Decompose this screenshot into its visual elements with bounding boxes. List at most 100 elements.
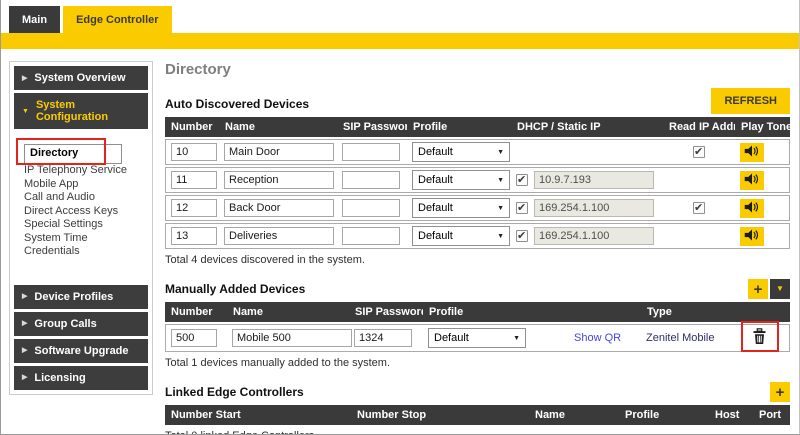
column-header: Name bbox=[219, 117, 337, 137]
read-ip-checkbox[interactable] bbox=[693, 145, 705, 159]
number-input[interactable] bbox=[171, 171, 217, 189]
table-row: Default ▼ bbox=[165, 223, 790, 249]
chevron-down-icon: ▼ bbox=[497, 232, 504, 240]
sidebar-item-ip-telephony-service[interactable]: IP Telephony Service bbox=[24, 164, 147, 178]
sidebar-item-group-calls[interactable]: ▶ Group Calls bbox=[14, 311, 148, 336]
sidebar-item-label: Software Upgrade bbox=[34, 344, 129, 357]
dhcp-checkbox[interactable] bbox=[516, 173, 528, 186]
show-qr-link[interactable]: Show QR bbox=[574, 332, 621, 344]
chevron-right-icon: ▶ bbox=[22, 347, 28, 354]
play-tone-button[interactable] bbox=[740, 142, 764, 162]
column-header bbox=[737, 302, 790, 322]
column-header: Profile bbox=[407, 117, 511, 137]
sip-password-input[interactable] bbox=[342, 199, 400, 217]
sidebar-item-label: IP Telephony Service bbox=[24, 164, 127, 176]
column-header: SIP Password bbox=[349, 302, 423, 322]
profile-select[interactable]: Default ▼ bbox=[412, 170, 510, 190]
dhcp-checkbox[interactable] bbox=[516, 201, 528, 214]
linked-controllers-total: Total 0 linked Edge Controllers. bbox=[165, 430, 790, 434]
column-header: Type bbox=[641, 302, 737, 322]
table-row: Default ▼ bbox=[165, 195, 790, 221]
sidebar-item-label: Direct Access Keys bbox=[24, 204, 119, 217]
play-tone-button[interactable] bbox=[740, 170, 764, 190]
chevron-right-icon: ▶ bbox=[22, 320, 28, 327]
profile-select[interactable]: Default ▼ bbox=[412, 198, 510, 218]
column-header bbox=[569, 302, 641, 322]
tab-edge-controller[interactable]: Edge Controller bbox=[63, 6, 172, 33]
selected-option: Default bbox=[434, 332, 469, 344]
add-device-button[interactable]: + bbox=[748, 279, 768, 299]
sidebar-item-label: Group Calls bbox=[34, 317, 97, 330]
trash-icon bbox=[752, 328, 767, 348]
section-title-linked-controllers: Linked Edge Controllers bbox=[165, 385, 304, 399]
read-ip-checkbox[interactable] bbox=[693, 201, 705, 215]
sidebar-item-system-overview[interactable]: ▶ System Overview bbox=[14, 66, 148, 90]
sidebar: ▶ System Overview ▼ System Configuration… bbox=[9, 61, 153, 395]
sidebar-item-licensing[interactable]: ▶ Licensing bbox=[14, 365, 148, 390]
name-input[interactable] bbox=[232, 329, 352, 347]
auto-discovered-total: Total 4 devices discovered in the system… bbox=[165, 254, 365, 266]
tab-edge-controller-label: Edge Controller bbox=[76, 14, 159, 26]
column-header: Profile bbox=[423, 302, 569, 322]
selected-option: Default bbox=[418, 230, 453, 242]
number-input[interactable] bbox=[171, 227, 217, 245]
name-input[interactable] bbox=[224, 171, 334, 189]
main-content: Directory Auto Discovered Devices REFRES… bbox=[153, 61, 799, 434]
profile-select[interactable]: Default ▼ bbox=[412, 142, 510, 162]
sidebar-item-call-and-audio[interactable]: Call and Audio bbox=[24, 191, 147, 205]
number-input[interactable] bbox=[171, 329, 217, 347]
sidebar-item-label: Device Profiles bbox=[34, 290, 114, 303]
sidebar-item-software-upgrade[interactable]: ▶ Software Upgrade bbox=[14, 338, 148, 363]
chevron-down-icon: ▼ bbox=[776, 284, 784, 293]
speaker-icon bbox=[744, 144, 760, 161]
sip-password-input[interactable] bbox=[342, 227, 400, 245]
tab-main[interactable]: Main bbox=[9, 6, 61, 33]
delete-device-button[interactable] bbox=[752, 328, 767, 348]
name-input[interactable] bbox=[224, 227, 334, 245]
sidebar-item-directory[interactable]: Directory bbox=[16, 138, 122, 165]
sip-password-input[interactable] bbox=[342, 171, 400, 189]
number-input[interactable] bbox=[171, 199, 217, 217]
number-input[interactable] bbox=[171, 143, 217, 161]
profile-select[interactable]: Default ▼ bbox=[412, 226, 510, 246]
sidebar-item-direct-access-keys[interactable]: Direct Access Keys bbox=[24, 205, 147, 219]
name-input[interactable] bbox=[224, 199, 334, 217]
static-ip-input bbox=[534, 227, 654, 245]
device-type-label: Zenitel Mobile bbox=[646, 332, 715, 344]
column-header: Port bbox=[753, 405, 790, 425]
sidebar-item-system-time[interactable]: System Time bbox=[24, 232, 147, 246]
profile-select[interactable]: Default ▼ bbox=[428, 328, 526, 348]
column-header: Number Stop bbox=[351, 405, 529, 425]
sip-password-input[interactable] bbox=[354, 329, 412, 347]
sidebar-item-special-settings[interactable]: Special Settings bbox=[24, 218, 147, 232]
sidebar-item-device-profiles[interactable]: ▶ Device Profiles bbox=[14, 284, 148, 309]
sidebar-item-mobile-app[interactable]: Mobile App bbox=[24, 178, 147, 192]
add-device-dropdown-button[interactable]: ▼ bbox=[770, 279, 790, 299]
sip-password-input[interactable] bbox=[342, 143, 400, 161]
top-tab-bar: Main Edge Controller bbox=[1, 0, 799, 33]
refresh-button[interactable]: REFRESH bbox=[711, 88, 790, 114]
dhcp-checkbox[interactable] bbox=[516, 229, 528, 242]
section-title-manually-added: Manually Added Devices bbox=[165, 282, 306, 296]
chevron-down-icon: ▼ bbox=[497, 176, 504, 184]
column-header: SIP Password bbox=[337, 117, 407, 137]
sidebar-item-label: Special Settings bbox=[24, 218, 103, 230]
name-input[interactable] bbox=[224, 143, 334, 161]
add-linked-controller-button[interactable]: + bbox=[770, 382, 790, 402]
sidebar-config-submenu: Directory IP Telephony Service Mobile Ap… bbox=[11, 132, 151, 273]
table-row: Default ▼ Show QR Zenitel Mobile bbox=[165, 321, 790, 352]
play-tone-button[interactable] bbox=[740, 226, 764, 246]
static-ip-input bbox=[534, 199, 654, 217]
chevron-right-icon: ▶ bbox=[22, 293, 28, 300]
table-header-row: Number Name SIP Password Profile DHCP / … bbox=[165, 117, 790, 137]
chevron-right-icon: ▶ bbox=[22, 74, 28, 82]
sidebar-item-credentials[interactable]: Credentials bbox=[24, 245, 147, 259]
chevron-right-icon: ▶ bbox=[22, 374, 28, 381]
auto-discovered-table: Number Name SIP Password Profile DHCP / … bbox=[165, 115, 790, 251]
column-header: Number bbox=[165, 302, 227, 322]
sidebar-item-label: Mobile App bbox=[24, 177, 79, 190]
sidebar-item-label: System Overview bbox=[34, 72, 126, 84]
sidebar-item-system-configuration[interactable]: ▼ System Configuration bbox=[14, 93, 148, 129]
play-tone-button[interactable] bbox=[740, 198, 764, 218]
sidebar-item-label: Credentials bbox=[24, 245, 80, 257]
